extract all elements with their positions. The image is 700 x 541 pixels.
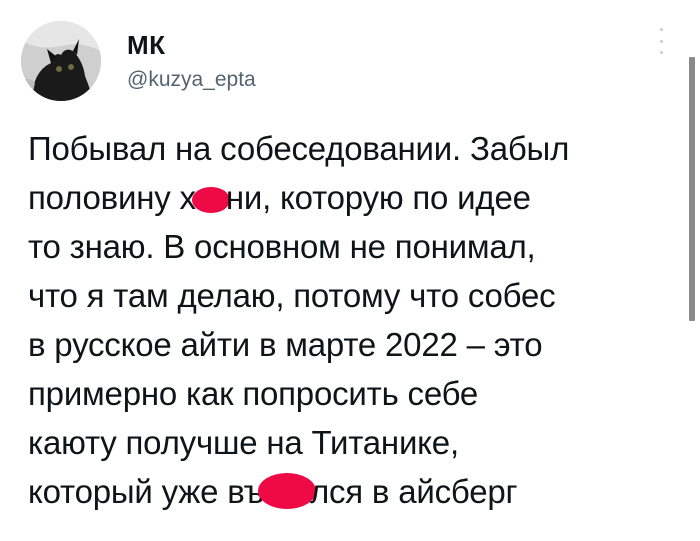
dot bbox=[659, 28, 663, 31]
avatar-cat-image bbox=[21, 21, 101, 101]
avatar[interactable] bbox=[21, 21, 101, 101]
tweet-line-part: который уже въ bbox=[28, 473, 264, 510]
tweet-line-part: лся в айсберг bbox=[309, 473, 518, 510]
dot bbox=[659, 51, 663, 54]
user-handle[interactable]: @kuzya_epta bbox=[127, 68, 256, 92]
redaction-mark bbox=[257, 473, 316, 509]
redaction-mark bbox=[191, 187, 230, 213]
more-options-icon[interactable] bbox=[655, 28, 667, 54]
scrollbar[interactable] bbox=[689, 57, 695, 321]
tweet-line: половину х ни, которую по идее bbox=[28, 173, 678, 222]
display-name[interactable]: МК bbox=[127, 30, 166, 61]
tweet-text: Побывал на собеседовании. Забыл половину… bbox=[28, 124, 678, 516]
tweet-line: который уже въ лся в айсберг bbox=[28, 467, 678, 516]
tweet-line: что я там делаю, потому что собес bbox=[28, 277, 556, 314]
tweet-line-part: ни, которую по идее bbox=[225, 179, 531, 216]
tweet-line: примерно как попросить себе bbox=[28, 375, 479, 412]
tweet-line: то знаю. В основном не понимал, bbox=[28, 228, 536, 265]
tweet-line: в русское айти в марте 2022 – это bbox=[28, 326, 543, 363]
tweet-line: каюту получше на Титанике, bbox=[28, 424, 459, 461]
tweet-line: Побывал на собеседовании. Забыл bbox=[28, 130, 570, 167]
tweet-line-part: половину х bbox=[28, 179, 196, 216]
dot bbox=[659, 39, 663, 43]
